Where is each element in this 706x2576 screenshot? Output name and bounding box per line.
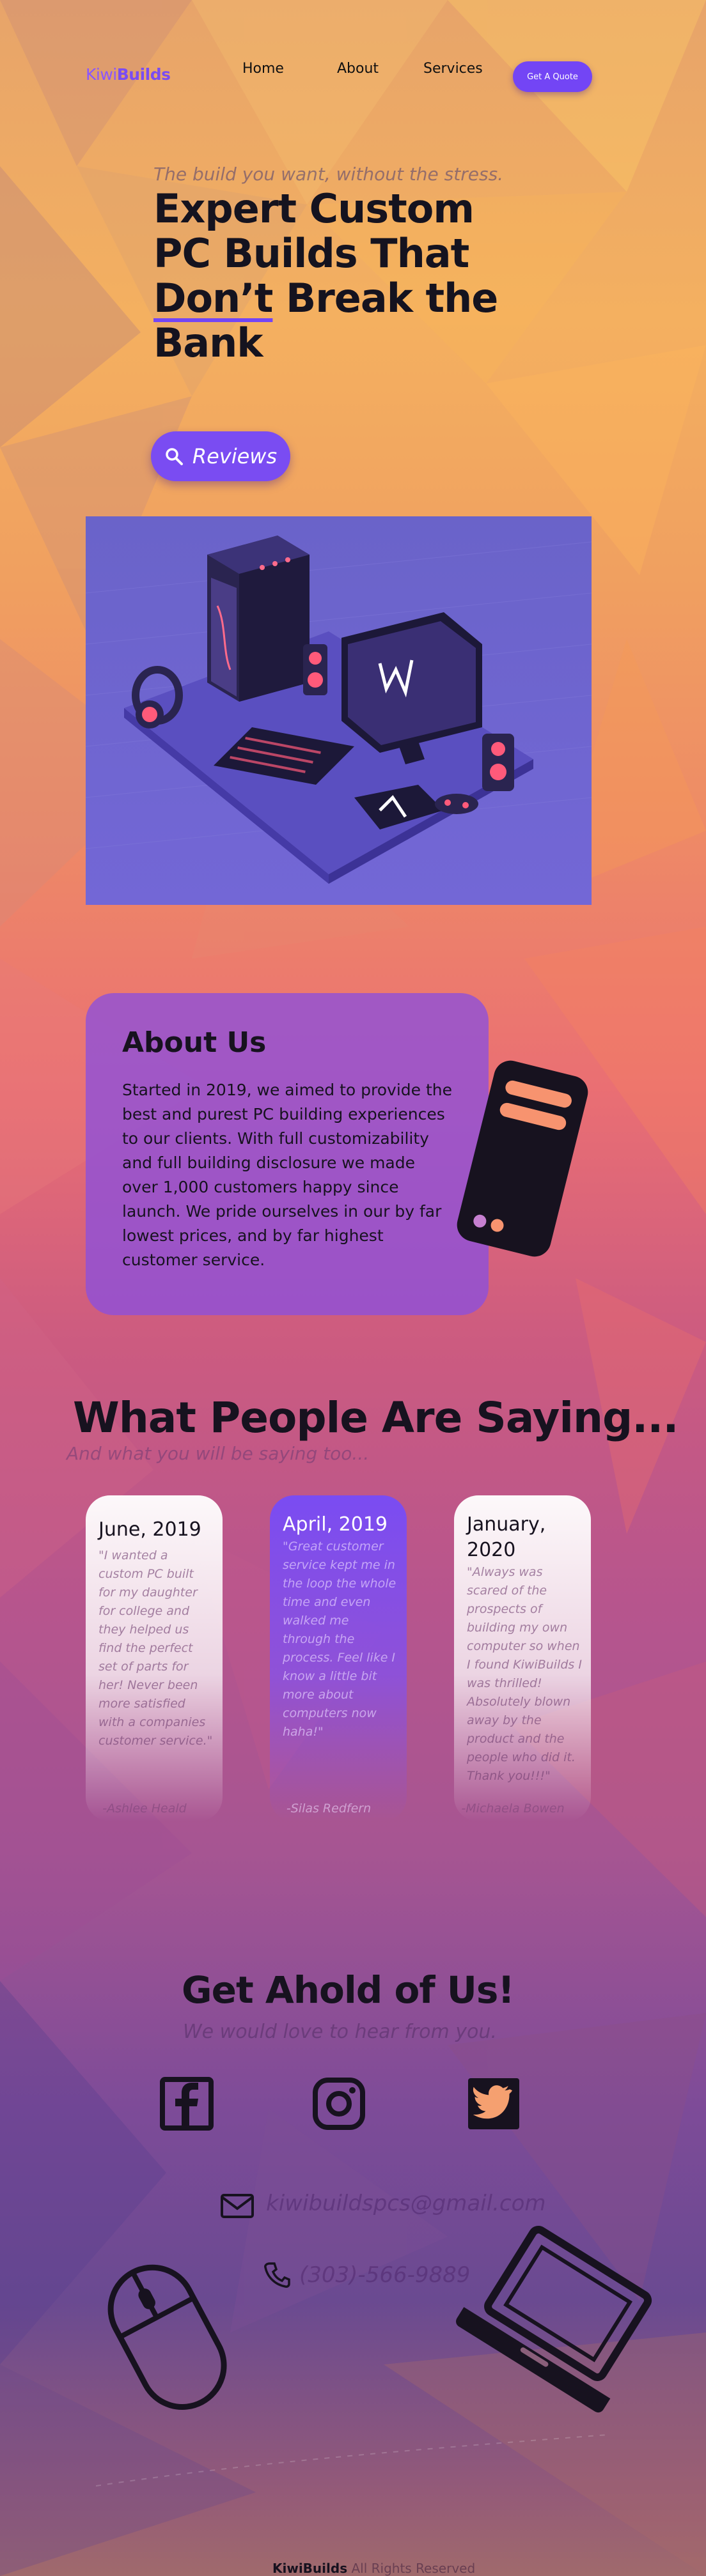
hero-title-line3-rest: Break the: [272, 275, 498, 321]
testimonial-author: -Michaela Bowen: [461, 1801, 565, 1816]
get-a-quote-button[interactable]: Get A Quote: [513, 61, 592, 92]
search-icon: [166, 448, 183, 465]
footer-rights-text: All Rights Reserved: [347, 2561, 476, 2576]
testimonial-author: -Ashlee Heald: [102, 1801, 187, 1816]
phone-icon: [264, 2262, 290, 2288]
site-logo[interactable]: KiwiBuilds: [86, 65, 171, 84]
testimonial-date: June, 2019: [98, 1518, 201, 1541]
hero-tagline: The build you want, without the stress.: [153, 164, 504, 185]
footer-brand: KiwiBuilds: [272, 2561, 348, 2576]
testimonial-card: January, 2020 "Always was scared of the …: [454, 1495, 591, 1821]
reviews-button-label: Reviews: [192, 444, 278, 468]
testimonial-date: April, 2019: [283, 1513, 388, 1536]
nav-about-link[interactable]: About: [337, 61, 379, 77]
reviews-button[interactable]: Reviews: [151, 431, 290, 481]
phone-link[interactable]: (303)-566-9889: [299, 2262, 470, 2288]
hero-title-line4: Bank: [153, 320, 263, 366]
mail-icon: [221, 2194, 254, 2218]
about-title: About Us: [122, 1026, 267, 1059]
decorative-dashed-line: [96, 2434, 608, 2487]
hero-title-line1: Expert Custom: [153, 185, 475, 232]
hero-title-line2: PC Builds That: [153, 230, 469, 277]
logo-kiwi-text: Kiwi: [86, 65, 117, 84]
contact-title: Get Ahold of Us!: [182, 1968, 515, 2012]
computer-mouse-icon: [107, 2264, 227, 2410]
laptop-icon: [456, 2226, 652, 2413]
pc-tower-icon: [457, 1060, 588, 1257]
instagram-icon[interactable]: [312, 2077, 366, 2131]
hero-title: Expert Custom PC Builds That Don’t Break…: [153, 187, 512, 366]
hero-title-underlined: Don’t: [153, 275, 273, 321]
testimonial-quote: "I wanted a custom PC built for my daugh…: [98, 1548, 213, 1748]
about-text: Started in 2019, we aimed to provide the…: [122, 1081, 453, 1269]
nav-services-link[interactable]: Services: [423, 61, 483, 77]
logo-builds-text: Builds: [116, 65, 171, 84]
testimonials-subtitle: And what you will be saying too...: [67, 1443, 370, 1464]
twitter-icon[interactable]: [467, 2077, 521, 2131]
gaming-setup-illustration: [86, 516, 592, 905]
facebook-icon[interactable]: [160, 2077, 214, 2131]
testimonial-card: June, 2019 "I wanted a custom PC built f…: [86, 1495, 223, 1821]
testimonials-title: What People Are Saying...: [73, 1393, 679, 1442]
contact-subtitle: We would love to hear from you.: [183, 2021, 497, 2043]
testimonial-author: -Silas Redfern: [286, 1801, 372, 1816]
testimonial-quote: "Great customer service kept me in the l…: [283, 1539, 396, 1739]
testimonial-quote: "Always was scared of the prospects of b…: [467, 1565, 582, 1783]
nav-home-link[interactable]: Home: [242, 61, 284, 77]
testimonial-date: January, 2020: [467, 1513, 546, 1561]
hero-title-line3: Don’t Break the: [153, 276, 512, 321]
footer-copyright: KiwiBuilds All Rights Reserved: [272, 2561, 475, 2576]
email-link[interactable]: kiwibuildspcs@gmail.com: [266, 2191, 546, 2216]
testimonial-card: April, 2019 "Great customer service kept…: [270, 1495, 407, 1821]
